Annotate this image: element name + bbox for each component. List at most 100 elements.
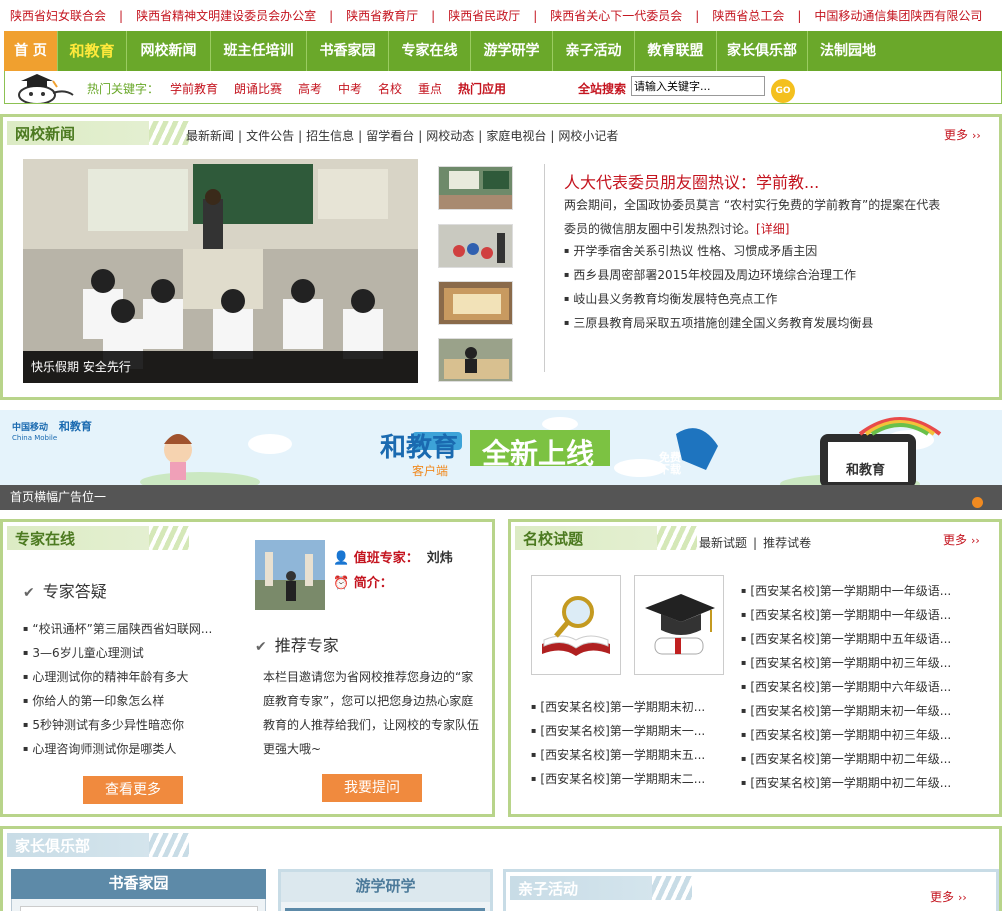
- graduation-cap-icon: [645, 594, 715, 655]
- banner-slide-dot[interactable]: [972, 497, 983, 508]
- detail-link[interactable]: [详细]: [756, 222, 789, 236]
- book-magnifier-card[interactable]: [531, 575, 621, 675]
- qa-item[interactable]: 心理咨询师测试你是哪类人: [23, 740, 176, 757]
- test-item[interactable]: [西安某名校]第一学期期中初二年级...: [741, 774, 951, 791]
- news-thumbnail[interactable]: [438, 166, 513, 210]
- test-item[interactable]: [西安某名校]第一学期期中一年级语...: [741, 582, 951, 599]
- test-item[interactable]: [西安某名校]第一学期期中五年级语...: [741, 630, 951, 647]
- news-thumbnail[interactable]: [438, 281, 513, 325]
- news-main-photo[interactable]: 快乐假期 安全先行: [23, 159, 418, 383]
- nav-hejiaoyu[interactable]: 和教育: [58, 31, 127, 71]
- nav-law-garden[interactable]: 法制园地: [808, 31, 888, 71]
- chevron-right-icon: ››: [972, 129, 981, 142]
- news-tab[interactable]: 文件公告: [246, 129, 294, 143]
- keyword-link[interactable]: 名校: [378, 80, 402, 97]
- title-stripes: [657, 526, 697, 550]
- news-list-item[interactable]: 开学季宿舍关系引热议 性格、习惯成矛盾主因: [564, 242, 817, 259]
- nav-home[interactable]: 首 页: [4, 31, 58, 71]
- classroom-image: [23, 159, 418, 383]
- school-news-panel: 网校新闻 最新新闻 | 文件公告 | 招生信息 | 留学看台 | 网校动态 | 家庭电视台 | 网校小记…: [0, 114, 1002, 400]
- graduation-cap-card[interactable]: [634, 575, 724, 675]
- nav-reading-home[interactable]: 书香家园: [307, 31, 389, 71]
- study-tour-heading[interactable]: 游学研学: [281, 872, 490, 902]
- nav-edu-alliance[interactable]: 教育联盟: [635, 31, 717, 71]
- top-link[interactable]: 陕西省精神文明建设委员会办公室: [136, 7, 316, 24]
- nav-study-tour[interactable]: 游学研学: [471, 31, 553, 71]
- test-item[interactable]: [西安某名校]第一学期期末初一年级...: [741, 702, 951, 719]
- section-title: 网校新闻: [7, 121, 189, 145]
- clock-icon: ⏰: [333, 576, 350, 591]
- tests-more-link[interactable]: 更多 ››: [943, 531, 980, 548]
- tab-recommended-tests[interactable]: 推荐试卷: [763, 536, 811, 550]
- study-tour-card: 游学研学: [278, 869, 493, 911]
- test-item[interactable]: [西安某名校]第一学期期中初三年级...: [741, 726, 951, 743]
- test-item[interactable]: [西安某名校]第一学期期末五...: [531, 746, 705, 763]
- card-body: [20, 906, 258, 911]
- club-title: 家长俱乐部: [15, 837, 91, 855]
- ask-question-button[interactable]: 我要提问: [322, 774, 422, 802]
- news-tab[interactable]: 留学看台: [366, 129, 414, 143]
- nav-school-news[interactable]: 网校新闻: [127, 31, 211, 71]
- qa-item[interactable]: 3—6岁儿童心理测试: [23, 644, 143, 661]
- reading-home-heading[interactable]: 书香家园: [11, 869, 266, 899]
- tab-separator: |: [550, 129, 555, 143]
- keyword-link[interactable]: 重点: [418, 80, 442, 97]
- expert-photo[interactable]: [255, 540, 325, 610]
- news-tab[interactable]: 最新新闻: [186, 129, 234, 143]
- nav-parents-club[interactable]: 家长俱乐部: [717, 31, 808, 71]
- qa-item[interactable]: “校讯通杯”第三届陕西省妇联网...: [23, 620, 212, 637]
- nav-expert-online[interactable]: 专家在线: [389, 31, 471, 71]
- nav-teacher-training[interactable]: 班主任培训: [211, 31, 307, 71]
- keyword-link[interactable]: 热门应用: [458, 80, 506, 97]
- search-input[interactable]: [631, 76, 765, 96]
- news-thumbnail[interactable]: [438, 224, 513, 268]
- news-tab[interactable]: 网校小记者: [558, 129, 618, 143]
- view-more-button[interactable]: 查看更多: [83, 776, 183, 804]
- qa-item[interactable]: 你给人的第一印象怎么样: [23, 692, 164, 709]
- news-more-link[interactable]: 更多 ››: [944, 126, 981, 143]
- site-search-label: 全站搜索: [578, 82, 627, 96]
- keyword-link[interactable]: 中考: [338, 80, 362, 97]
- top-link[interactable]: 陕西省妇女联合会: [10, 7, 106, 24]
- test-item[interactable]: [西安某名校]第一学期期中初三年级...: [741, 654, 951, 671]
- news-list-item[interactable]: 三原县教育局采取五项措施创建全国义务教育发展均衡县: [564, 314, 873, 331]
- nav-parent-child[interactable]: 亲子活动: [553, 31, 635, 71]
- hot-keywords-label: 热门关键字：: [87, 82, 160, 96]
- test-item[interactable]: [西安某名校]第一学期期中一年级语...: [741, 606, 951, 623]
- link-separator: |: [431, 8, 436, 23]
- news-tab[interactable]: 家庭电视台: [486, 129, 546, 143]
- rec-head-text: 推荐专家: [274, 636, 339, 655]
- test-item[interactable]: [西安某名校]第一学期期末初...: [531, 698, 705, 715]
- club-more-link[interactable]: 更多 ››: [930, 888, 967, 905]
- intro-label: 简介：: [353, 576, 393, 591]
- top-link[interactable]: 陕西省民政厅: [448, 7, 520, 24]
- test-item[interactable]: [西安某名校]第一学期期中初二年级...: [741, 750, 951, 767]
- test-item[interactable]: [西安某名校]第一学期期末二...: [531, 770, 705, 787]
- more-label: 更多: [930, 890, 955, 904]
- news-list-item[interactable]: 岐山县义务教育均衡发展特色亮点工作: [564, 290, 777, 307]
- test-item[interactable]: [西安某名校]第一学期期中六年级语...: [741, 678, 951, 695]
- top-link[interactable]: 陕西省教育厅: [346, 7, 418, 24]
- link-separator: |: [533, 8, 538, 23]
- top-link[interactable]: 中国移动通信集团陕西有限公司: [814, 7, 982, 24]
- brand1: 中国移动: [12, 423, 49, 433]
- keyword-link[interactable]: 朗诵比赛: [234, 80, 282, 97]
- news-tab[interactable]: 招生信息: [306, 129, 354, 143]
- test-item[interactable]: [西安某名校]第一学期期末一...: [531, 722, 705, 739]
- banner-ad[interactable]: 中国移动 和教育 China Mobile 和教育 客户端 全新上线 免费下载 …: [0, 410, 1002, 485]
- tab-latest-tests[interactable]: 最新试题: [699, 536, 747, 550]
- news-thumbnail[interactable]: [438, 338, 513, 382]
- news-list-item[interactable]: 西乡县周密部署2015年校园及周边环境综合治理工作: [564, 266, 856, 283]
- qa-item[interactable]: 5秒钟测试有多少异性暗恋你: [23, 716, 184, 733]
- top-link[interactable]: 陕西省关心下一代委员会: [550, 7, 682, 24]
- keyword-link[interactable]: 高考: [298, 80, 322, 97]
- top-link[interactable]: 陕西省总工会: [712, 7, 784, 24]
- news-headline[interactable]: 人大代表委员朋友圈热议：学前教...: [564, 169, 819, 193]
- qa-item[interactable]: 心理测试你的精神年龄有多大: [23, 668, 188, 685]
- more-label: 更多: [943, 533, 968, 547]
- keyword-link[interactable]: 学前教育: [170, 80, 218, 97]
- tagline: 全新上线: [482, 437, 595, 470]
- thumbnail-image: [439, 339, 512, 381]
- search-go-button[interactable]: GO: [771, 79, 795, 103]
- news-tab[interactable]: 网校动态: [426, 129, 474, 143]
